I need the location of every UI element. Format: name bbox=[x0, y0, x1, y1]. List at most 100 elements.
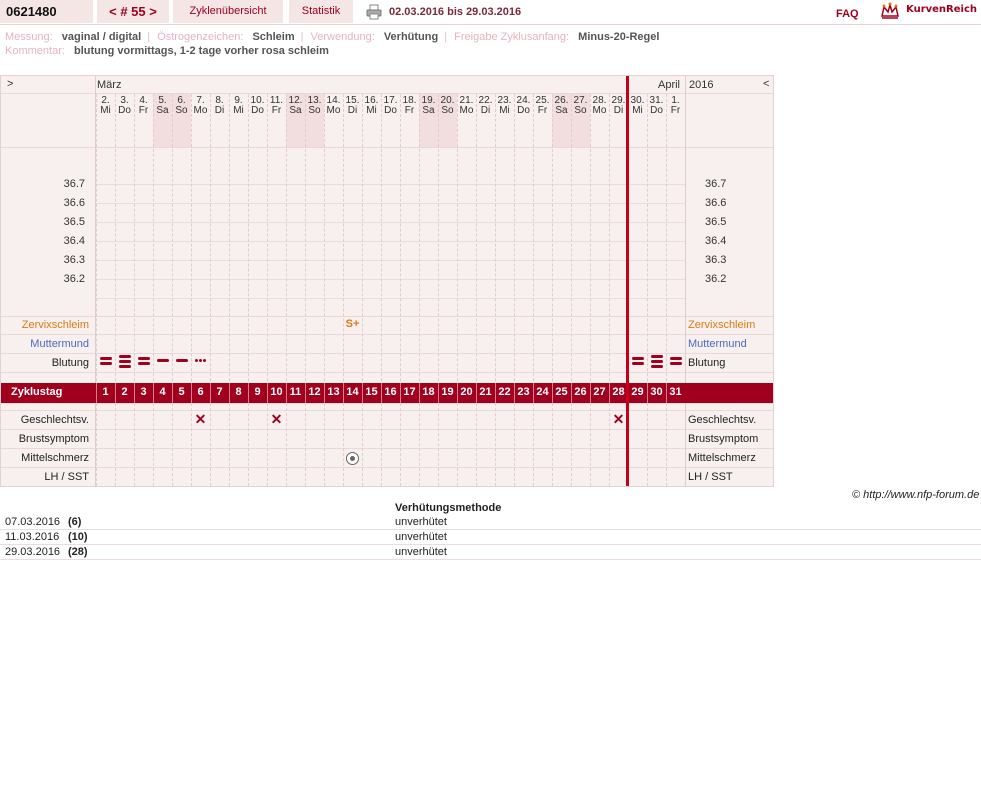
grid-line bbox=[1, 316, 773, 317]
grid-column-line bbox=[362, 94, 363, 486]
cycle-day-number: 30 bbox=[650, 386, 663, 398]
cycle-day-divider bbox=[210, 383, 211, 403]
cycle-day-divider bbox=[267, 383, 268, 403]
cycle-day-divider bbox=[96, 383, 97, 403]
weekday: Mi bbox=[366, 105, 377, 116]
grid-column-line bbox=[229, 94, 230, 486]
weekday: So bbox=[574, 105, 587, 116]
weekday: So bbox=[308, 105, 321, 116]
cycle-day-divider bbox=[400, 383, 401, 403]
messung-label: Messung: bbox=[5, 31, 53, 43]
cycle-day-divider bbox=[362, 383, 363, 403]
cycle-day-divider bbox=[457, 383, 458, 403]
cycle-day-number: 8 bbox=[235, 386, 242, 398]
bleeding-mark bbox=[99, 362, 112, 365]
grid-column-line bbox=[96, 94, 97, 486]
grid-column-line bbox=[343, 94, 344, 486]
cycle-day-number: 10 bbox=[270, 386, 283, 398]
temperature-tick-right: 36.3 bbox=[705, 254, 727, 266]
info-line-1: Messung: vaginal / digital | Östrogenzeic… bbox=[5, 31, 665, 43]
cycle-day-number: 9 bbox=[254, 386, 261, 398]
cycle-day-divider bbox=[153, 383, 154, 403]
weekday: Fr bbox=[670, 105, 681, 116]
cycle-end-marker bbox=[626, 76, 629, 486]
weekday: Do bbox=[650, 105, 663, 116]
temperature-tick-right: 36.7 bbox=[705, 178, 727, 190]
header-bar: 0621480 < # 55 > Zyklenübersicht Statist… bbox=[0, 0, 981, 25]
grid-column-line bbox=[647, 94, 648, 486]
weekday: Di bbox=[214, 105, 225, 116]
brust-row-label-right: Brustsymptom bbox=[688, 433, 759, 445]
temperature-tick-right: 36.6 bbox=[705, 197, 727, 209]
intercourse-x-icon: ✕ bbox=[270, 411, 283, 427]
row-method: unverhütet bbox=[395, 546, 447, 558]
temperature-tick-right: 36.4 bbox=[705, 235, 727, 247]
temp-grid-line bbox=[96, 279, 686, 280]
cycle-day-divider bbox=[115, 383, 116, 403]
grid-line bbox=[1, 429, 773, 430]
tab-cycle-overview[interactable]: Zyklenübersicht bbox=[173, 0, 283, 23]
mittelschmerz-dot bbox=[350, 456, 355, 461]
crown-logo-icon[interactable] bbox=[880, 2, 900, 20]
label-column-border bbox=[95, 76, 96, 486]
messung-value: vaginal / digital bbox=[61, 31, 142, 43]
chart-nav-next[interactable]: < bbox=[763, 78, 769, 90]
weekday: So bbox=[441, 105, 454, 116]
gv-row-label-right: Geschlechtsv. bbox=[688, 414, 757, 426]
cycle-day-divider bbox=[476, 383, 477, 403]
grid-column-line bbox=[210, 94, 211, 486]
temp-grid-line bbox=[96, 184, 686, 185]
bleeding-mark bbox=[99, 357, 112, 360]
temp-grid-line bbox=[96, 222, 686, 223]
weekday: Mo bbox=[193, 105, 208, 116]
bleeding-mark bbox=[631, 362, 644, 365]
weekday: Sa bbox=[422, 105, 435, 116]
cycle-day-divider bbox=[419, 383, 420, 403]
temperature-tick-left: 36.7 bbox=[63, 178, 85, 190]
grid-column-line bbox=[286, 94, 287, 486]
weekday: Do bbox=[384, 105, 397, 116]
spotting-dot bbox=[203, 359, 206, 362]
weekday: So bbox=[175, 105, 188, 116]
temperature-tick-left: 36.5 bbox=[63, 216, 85, 228]
weekday: Fr bbox=[271, 105, 282, 116]
grid-column-line bbox=[381, 94, 382, 486]
temperature-tick-left: 36.2 bbox=[63, 273, 85, 285]
temperature-tick-left: 36.6 bbox=[63, 197, 85, 209]
month-label-march: März bbox=[97, 79, 122, 91]
cycle-day-divider bbox=[495, 383, 496, 403]
faq-link[interactable]: FAQ bbox=[836, 8, 859, 20]
lh-row-label-right: LH / SST bbox=[688, 471, 733, 483]
cycle-day-number: 20 bbox=[460, 386, 473, 398]
mittelschmerz-row-label-right: Mittelschmerz bbox=[688, 452, 756, 464]
weekday: Fr bbox=[138, 105, 149, 116]
bleeding-mark bbox=[650, 355, 663, 358]
cycle-day-divider bbox=[514, 383, 515, 403]
logo-text[interactable]: KurvenReich bbox=[906, 4, 977, 15]
verwendung-label: Verwendung: bbox=[310, 31, 375, 43]
printer-icon[interactable] bbox=[366, 4, 382, 20]
grid-column-line bbox=[476, 94, 477, 486]
cycle-day-divider bbox=[305, 383, 306, 403]
kommentar-value: blutung vormittags, 1-2 tage vorher rosa… bbox=[73, 45, 329, 57]
month-label-april: April bbox=[658, 79, 681, 91]
weekday: Di bbox=[347, 105, 358, 116]
cycle-navigator[interactable]: < # 55 > bbox=[97, 0, 169, 23]
verwendung-value: Verhütung bbox=[383, 31, 439, 43]
tab-statistics[interactable]: Statistik bbox=[289, 0, 353, 23]
weekday: Fr bbox=[404, 105, 415, 116]
temperature-tick-right: 36.2 bbox=[705, 273, 727, 285]
cycle-day-divider bbox=[647, 383, 648, 403]
weekday: Mo bbox=[459, 105, 474, 116]
cycle-day-number: 21 bbox=[479, 386, 492, 398]
grid-column-line bbox=[438, 94, 439, 486]
kommentar-label: Kommentar: bbox=[5, 45, 65, 57]
chart-nav-prev[interactable]: > bbox=[7, 78, 13, 90]
cycle-day-number: 25 bbox=[555, 386, 568, 398]
cycle-day-divider bbox=[571, 383, 572, 403]
oestrogen-value: Schleim bbox=[252, 31, 295, 43]
lh-row-label: LH / SST bbox=[44, 471, 89, 483]
cycle-day-number: 12 bbox=[308, 386, 321, 398]
grid-column-line bbox=[666, 94, 667, 486]
cycle-day-divider bbox=[286, 383, 287, 403]
